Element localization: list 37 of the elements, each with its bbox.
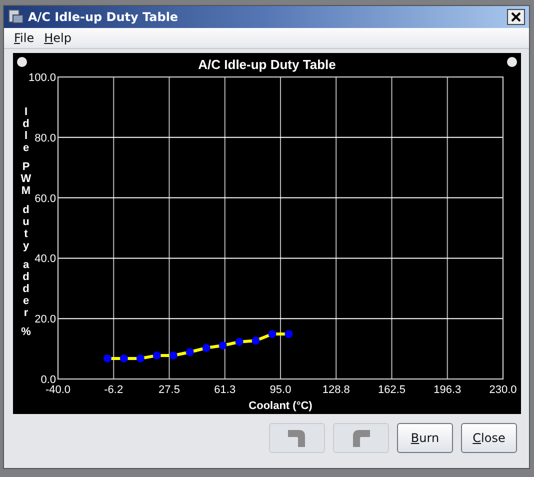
data-point[interactable] [218, 341, 227, 350]
x-axis-title: Coolant (°C) [248, 400, 312, 412]
data-point[interactable] [152, 351, 161, 360]
x-tick-label: -6.2 [104, 384, 124, 396]
y-tick-label: 20.0 [34, 314, 56, 326]
x-tick-label: 162.5 [378, 384, 406, 396]
data-point[interactable] [169, 351, 178, 360]
chart-title: A/C Idle-up Duty Table [198, 57, 336, 72]
data-point[interactable] [202, 344, 210, 352]
burn-button[interactable]: Burn [397, 423, 453, 453]
x-tick-label: 230.0 [489, 384, 517, 396]
y-tick-label: 40.0 [34, 253, 56, 266]
y-tick-label: 60.0 [34, 192, 56, 205]
data-point[interactable] [268, 330, 276, 338]
x-tick-label: 27.5 [158, 384, 180, 396]
data-point[interactable] [186, 348, 194, 356]
window-title: A/C Idle-up Duty Table [28, 10, 180, 24]
app-icon [8, 9, 24, 25]
x-tick-label: 61.3 [214, 384, 236, 396]
data-point[interactable] [120, 354, 128, 362]
x-tick-label: 196.3 [434, 384, 462, 396]
x-tick-label: -40.0 [45, 384, 71, 396]
menu-item[interactable]: Help [40, 31, 76, 45]
close-icon[interactable] [507, 9, 525, 25]
y-tick-label: 0.0 [40, 374, 56, 386]
y-tick-label: 80.0 [34, 132, 56, 144]
x-tick-label: 128.8 [322, 384, 350, 396]
y-tick-label: 100.0 [28, 72, 56, 84]
data-point[interactable] [252, 336, 260, 345]
x-tick-label: 95.0 [270, 384, 292, 396]
menu-item[interactable]: File [10, 31, 38, 45]
data-point[interactable] [235, 338, 244, 346]
close-button[interactable]: Close [461, 423, 517, 453]
data-point[interactable] [136, 354, 144, 362]
handle-icon[interactable] [507, 57, 517, 67]
handle-icon[interactable] [17, 57, 27, 67]
y-axis-title: Idle PWM duty adder % [20, 106, 32, 338]
